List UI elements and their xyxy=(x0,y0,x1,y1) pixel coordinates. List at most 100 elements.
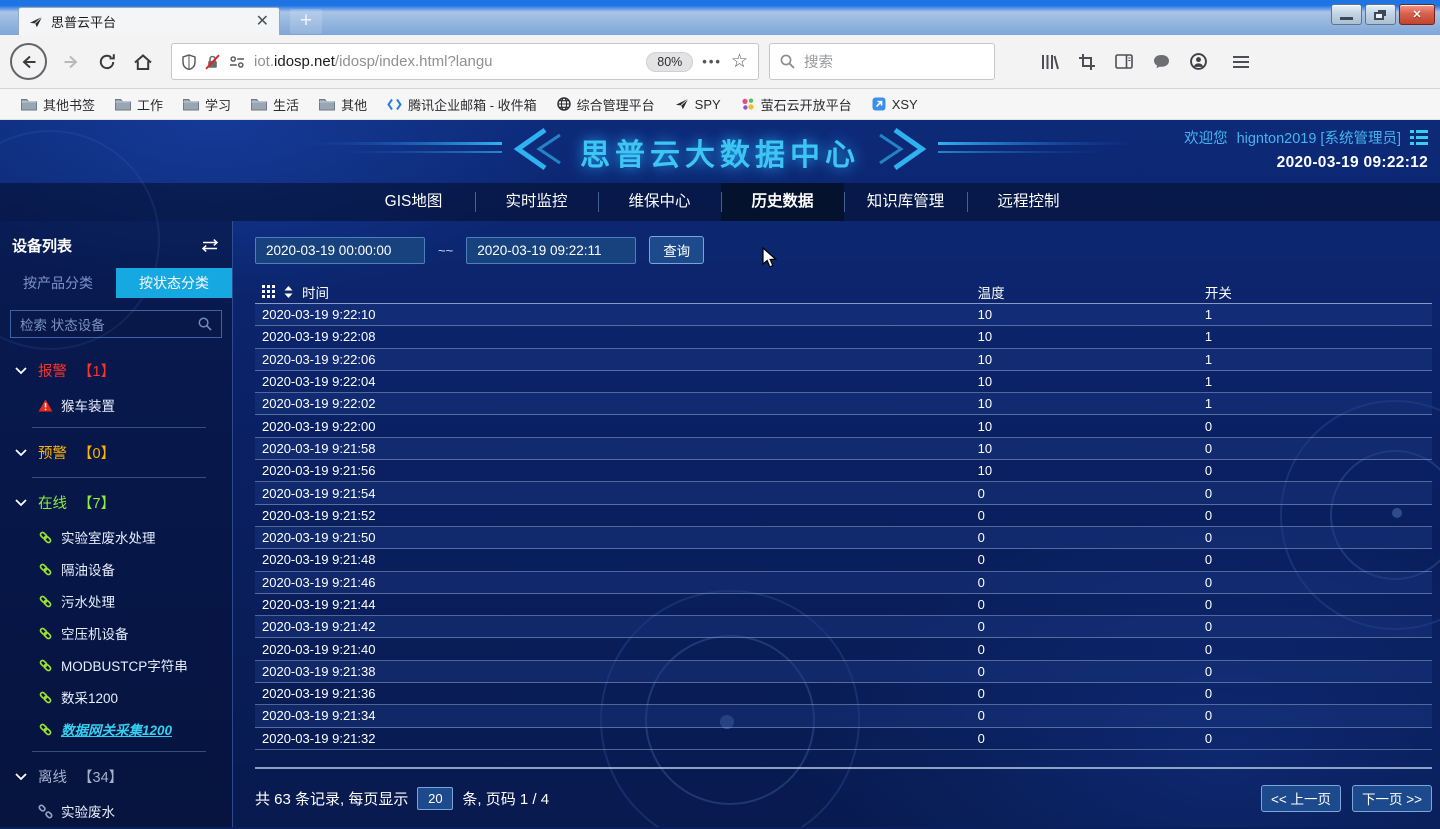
cell-switch: 0 xyxy=(1205,419,1432,434)
browser-window: 思普云平台 ✕ + ✕ iot.idosp.net/idosp/index.ht… xyxy=(0,0,1440,829)
table-row[interactable]: 2020-03-19 9:21:3400 xyxy=(255,705,1432,727)
end-datetime-input[interactable]: 2020-03-19 09:22:11 xyxy=(466,237,636,264)
column-header-switch[interactable]: 开关 xyxy=(1205,282,1432,302)
nav-tab-2[interactable]: 维保中心 xyxy=(598,183,721,221)
bookmark-item[interactable]: XSY xyxy=(863,94,927,115)
tracking-shield-icon[interactable] xyxy=(182,54,196,70)
swap-arrows-icon[interactable] xyxy=(200,239,220,252)
app-header: 思普云大数据中心 欢迎您hignton2019 [系统管理员] 2020-03-… xyxy=(0,120,1440,183)
plane-icon xyxy=(675,97,689,111)
library-icon[interactable] xyxy=(1041,54,1059,70)
username[interactable]: hignton2019 [系统管理员] xyxy=(1237,127,1401,148)
table-row[interactable]: 2020-03-19 9:22:08101 xyxy=(255,326,1432,348)
sort-icon[interactable] xyxy=(284,286,293,298)
window-close-button[interactable]: ✕ xyxy=(1399,4,1435,25)
bookmark-item[interactable]: 其他书签 xyxy=(12,92,104,117)
device-item[interactable]: 空压机设备 xyxy=(0,617,232,649)
back-button[interactable] xyxy=(10,43,47,80)
bookmark-item[interactable]: 萤石云开放平台 xyxy=(732,92,861,117)
table-row[interactable]: 2020-03-19 9:21:4800 xyxy=(255,549,1432,571)
bookmark-item[interactable]: 腾讯企业邮箱 - 收件箱 xyxy=(378,92,546,117)
group-header-alarm[interactable]: 报警【1】 xyxy=(0,352,232,389)
table-row[interactable]: 2020-03-19 9:21:56100 xyxy=(255,460,1432,482)
cell-time: 2020-03-19 9:21:40 xyxy=(255,642,978,657)
group-header-warning[interactable]: 预警【0】 xyxy=(0,434,232,471)
home-button[interactable] xyxy=(127,46,159,78)
table-row[interactable]: 2020-03-19 9:21:58100 xyxy=(255,438,1432,460)
bookmark-item[interactable]: SPY xyxy=(666,94,730,115)
list-menu-icon[interactable] xyxy=(1410,130,1428,145)
nav-tab-0[interactable]: GIS地图 xyxy=(352,183,475,221)
browser-tab[interactable]: 思普云平台 ✕ xyxy=(18,7,280,35)
page-actions-icon[interactable]: ••• xyxy=(702,54,722,69)
table-row[interactable]: 2020-03-19 9:21:4400 xyxy=(255,594,1432,616)
permissions-icon[interactable] xyxy=(229,55,245,69)
table-row[interactable]: 2020-03-19 9:22:06101 xyxy=(255,349,1432,371)
device-item[interactable]: MODBUSTCP字符串 xyxy=(0,649,232,681)
device-item[interactable]: 实验室废水处理 xyxy=(0,521,232,553)
table-row[interactable]: 2020-03-19 9:21:4000 xyxy=(255,638,1432,660)
bookmark-item[interactable]: 工作 xyxy=(106,92,172,117)
column-header-temperature[interactable]: 温度 xyxy=(978,282,1205,302)
new-tab-button[interactable]: + xyxy=(290,9,322,34)
tab-close-icon[interactable]: ✕ xyxy=(256,15,269,29)
page-size-input[interactable]: 20 xyxy=(417,787,453,810)
search-icon xyxy=(780,54,795,69)
table-row[interactable]: 2020-03-19 9:21:4200 xyxy=(255,616,1432,638)
device-item[interactable]: 数据网关采集1200 xyxy=(0,713,232,745)
bookmark-item[interactable]: 学习 xyxy=(174,92,240,117)
query-button[interactable]: 查询 xyxy=(649,236,704,264)
table-row[interactable]: 2020-03-19 9:22:02101 xyxy=(255,393,1432,415)
menu-icon[interactable] xyxy=(1233,56,1249,68)
table-row[interactable]: 2020-03-19 9:21:5200 xyxy=(255,505,1432,527)
table-row[interactable]: 2020-03-19 9:21:3200 xyxy=(255,728,1432,750)
device-tree: 报警【1】猴车装置预警【0】在线【7】实验室废水处理隔油设备污水处理空压机设备M… xyxy=(0,352,232,827)
nav-tab-4[interactable]: 知识库管理 xyxy=(844,183,967,221)
nav-tab-1[interactable]: 实时监控 xyxy=(475,183,598,221)
bookmark-star-icon[interactable]: ☆ xyxy=(731,50,748,73)
table-row[interactable]: 2020-03-19 9:21:3600 xyxy=(255,683,1432,705)
account-icon[interactable] xyxy=(1190,53,1207,70)
cell-temperature: 10 xyxy=(978,352,1205,367)
bookmark-item[interactable]: 生活 xyxy=(242,92,308,117)
group-header-online[interactable]: 在线【7】 xyxy=(0,484,232,521)
column-header-time[interactable]: 时间 xyxy=(302,282,329,302)
sidebar-toggle-icon[interactable] xyxy=(1115,54,1133,69)
url-text[interactable]: iot.idosp.net/idosp/index.html?langu xyxy=(254,53,637,70)
device-item[interactable]: 污水处理 xyxy=(0,585,232,617)
device-item[interactable]: 猴车装置 xyxy=(0,389,232,421)
start-datetime-input[interactable]: 2020-03-19 00:00:00 xyxy=(255,237,425,264)
device-item[interactable]: 隔油设备 xyxy=(0,553,232,585)
table-row[interactable]: 2020-03-19 9:22:00100 xyxy=(255,415,1432,437)
table-row[interactable]: 2020-03-19 9:21:3800 xyxy=(255,661,1432,683)
nav-tab-5[interactable]: 远程控制 xyxy=(967,183,1090,221)
search-icon[interactable] xyxy=(198,317,212,331)
group-header-offline[interactable]: 离线【34】 xyxy=(0,758,232,795)
nav-tab-3[interactable]: 历史数据 xyxy=(721,183,844,221)
insecure-lock-icon[interactable] xyxy=(205,54,220,70)
table-row[interactable]: 2020-03-19 9:21:5000 xyxy=(255,527,1432,549)
table-row[interactable]: 2020-03-19 9:21:4600 xyxy=(255,572,1432,594)
bookmark-item[interactable]: 其他 xyxy=(310,92,376,117)
reload-button[interactable] xyxy=(91,46,123,78)
url-bar[interactable]: iot.idosp.net/idosp/index.html?langu 80%… xyxy=(171,43,759,80)
table-row[interactable]: 2020-03-19 9:22:10101 xyxy=(255,304,1432,326)
table-row[interactable]: 2020-03-19 9:21:5400 xyxy=(255,482,1432,504)
table-row[interactable]: 2020-03-19 9:22:04101 xyxy=(255,371,1432,393)
bookmark-item[interactable]: 综合管理平台 xyxy=(548,92,664,117)
prev-page-button[interactable]: << 上一页 xyxy=(1261,785,1341,812)
device-item[interactable]: 实验废水 xyxy=(0,795,232,827)
zoom-level-badge[interactable]: 80% xyxy=(646,52,693,72)
window-restore-button[interactable] xyxy=(1365,4,1396,25)
browser-search-input[interactable]: 搜索 xyxy=(769,43,995,80)
device-item[interactable]: 数采1200 xyxy=(0,681,232,713)
cell-switch: 0 xyxy=(1205,530,1432,545)
messages-icon[interactable] xyxy=(1153,54,1170,69)
group-count: 【7】 xyxy=(78,492,115,513)
bookmark-label: 生活 xyxy=(273,95,299,114)
screenshot-icon[interactable] xyxy=(1079,54,1095,70)
window-minimize-button[interactable] xyxy=(1331,4,1362,25)
next-page-button[interactable]: 下一页 >> xyxy=(1352,785,1432,812)
grid-columns-icon[interactable] xyxy=(262,285,275,298)
forward-button[interactable] xyxy=(55,46,87,78)
